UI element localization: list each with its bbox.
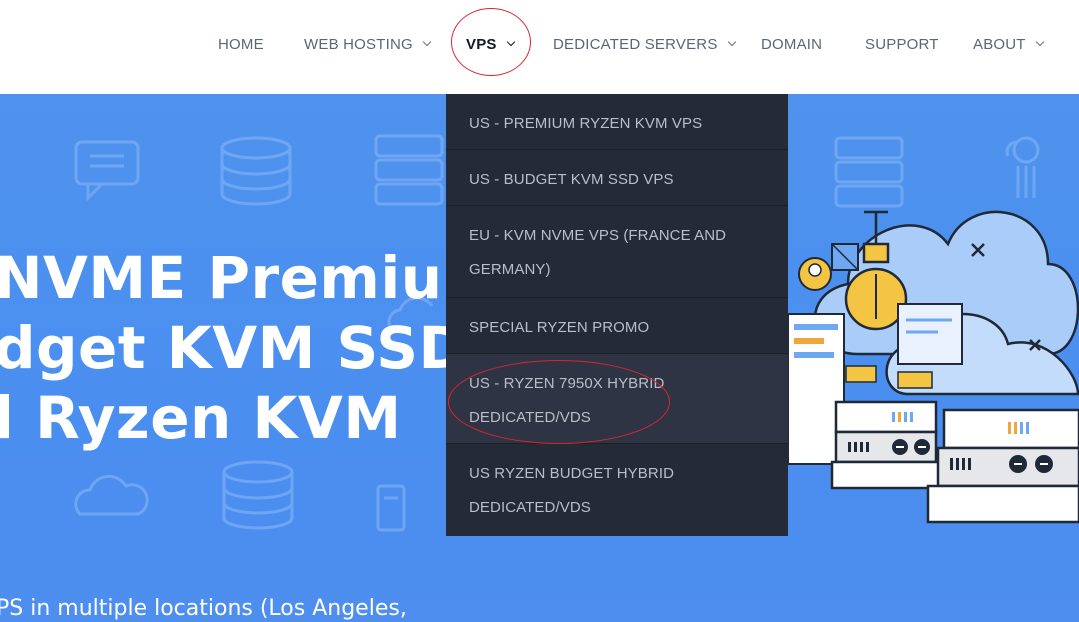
dropdown-item-ryzen-budget-hybrid[interactable]: US RYZEN BUDGET HYBRID DEDICATED/VDS — [446, 444, 788, 536]
vps-dropdown-menu: US - PREMIUM RYZEN KVM VPS US - BUDGET K… — [446, 94, 788, 536]
nav-support[interactable]: SUPPORT — [865, 34, 939, 54]
dropdown-item-budget-kvm-ssd-vps[interactable]: US - BUDGET KVM SSD VPS — [446, 150, 788, 206]
nav-vps[interactable]: VPS — [466, 34, 515, 54]
nav-web-hosting-label: WEB HOSTING — [304, 35, 413, 53]
dropdown-item-special-ryzen-promo[interactable]: SPECIAL RYZEN PROMO — [446, 298, 788, 354]
dropdown-item-label-line2: DEDICATED/VDS — [469, 499, 591, 516]
nav-domain[interactable]: DOMAIN — [761, 34, 822, 54]
chevron-down-icon — [422, 37, 432, 47]
dropdown-item-label-line2: GERMANY) — [469, 261, 551, 278]
dropdown-item-eu-kvm-nvme-vps[interactable]: EU - KVM NVME VPS (FRANCE AND GERMANY) — [446, 206, 788, 298]
nav-domain-label: DOMAIN — [761, 35, 823, 53]
mobile-icon — [376, 484, 406, 532]
dropdown-item-label: SPECIAL RYZEN PROMO — [469, 319, 650, 336]
dropdown-item-label-line2: DEDICATED/VDS — [469, 409, 591, 426]
chevron-down-icon — [1035, 37, 1044, 47]
nav-home[interactable]: HOME — [218, 34, 264, 54]
cloud-icon — [74, 474, 149, 516]
nav-dedicated-servers-label: DEDICATED SERVERS — [553, 35, 718, 53]
dropdown-item-premium-ryzen-kvm-vps[interactable]: US - PREMIUM RYZEN KVM VPS — [446, 94, 788, 150]
nav-web-hosting[interactable]: WEB HOSTING — [304, 34, 432, 54]
hero-title-line-2: dget KVM SSD — [0, 314, 468, 382]
dropdown-item-label: US RYZEN BUDGET HYBRID — [469, 465, 675, 482]
dropdown-item-label: US - PREMIUM RYZEN KVM VPS — [469, 115, 703, 132]
database-icon — [220, 136, 292, 206]
chevron-down-icon — [506, 37, 515, 47]
dropdown-item-label: US - BUDGET KVM SSD VPS — [469, 171, 674, 188]
top-navigation: HOME WEB HOSTING VPS DEDICATED SERVERS D… — [0, 0, 1079, 94]
dropdown-item-ryzen-7950x-hybrid[interactable]: US - RYZEN 7950X HYBRID DEDICATED/VDS — [446, 354, 788, 444]
dropdown-item-label: EU - KVM NVME VPS (FRANCE AND — [469, 227, 727, 244]
hero-illustration — [788, 210, 1079, 524]
nav-home-label: HOME — [218, 35, 264, 53]
nav-about[interactable]: ABOUT — [973, 34, 1044, 54]
hero-title-line-3: l Ryzen KVM — [0, 384, 402, 452]
server-icon — [374, 134, 444, 206]
database-icon — [222, 460, 294, 530]
dropdown-item-label: US - RYZEN 7950X HYBRID — [469, 375, 665, 392]
nav-support-label: SUPPORT — [865, 35, 939, 53]
chat-icon — [74, 140, 140, 202]
hero-title-line-1: NVME Premium — [0, 244, 504, 312]
nav-about-label: ABOUT — [973, 35, 1026, 53]
nav-vps-label: VPS — [466, 35, 497, 53]
hero-subtitle: PS in multiple locations (Los Angeles, — [0, 596, 407, 621]
chevron-down-icon — [727, 37, 736, 47]
nav-dedicated-servers[interactable]: DEDICATED SERVERS — [553, 34, 736, 54]
